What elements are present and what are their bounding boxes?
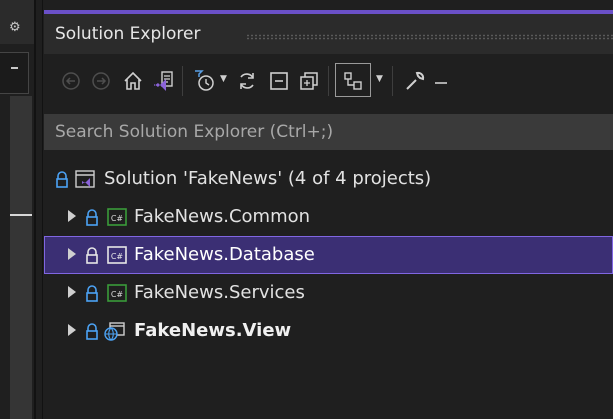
expand-arrow-icon[interactable] <box>68 286 76 298</box>
solution-icon <box>75 170 95 188</box>
lock-icon <box>86 323 98 340</box>
lock-icon <box>86 247 98 264</box>
tree-row-solution[interactable]: Solution 'FakeNews' (4 of 4 projects) <box>44 160 613 198</box>
search-placeholder: Search Solution Explorer (Ctrl+;) <box>55 122 334 142</box>
tree-row-project-selected[interactable]: C# FakeNews.Database <box>44 236 613 274</box>
splitter-edge <box>42 0 43 419</box>
splitter[interactable] <box>34 0 36 419</box>
chevron-down-icon[interactable]: ▼ <box>376 74 383 84</box>
preview-selected-icon[interactable] <box>340 68 366 94</box>
solution-explorer-toolbar: ▼ ▼ <box>44 54 613 110</box>
solution-explorer-panel: Solution Explorer ▼ ▼ Search Solution Ex… <box>44 0 613 419</box>
collapse-all-icon[interactable] <box>266 68 292 94</box>
tree-row-project[interactable]: C# FakeNews.Services <box>44 274 613 312</box>
lock-icon <box>56 171 68 188</box>
forward-icon[interactable] <box>88 68 114 94</box>
toolbar-separator <box>328 66 329 96</box>
tree-row-project[interactable]: C# FakeNews.Common <box>44 198 613 236</box>
panel-title-bar[interactable]: Solution Explorer <box>44 14 613 54</box>
lock-icon <box>86 285 98 302</box>
toolbar-separator <box>392 66 393 96</box>
drag-grip[interactable] <box>246 34 613 40</box>
chevron-down-icon[interactable]: ▼ <box>220 74 227 84</box>
left-dock-field[interactable] <box>0 52 29 94</box>
switch-views-icon[interactable] <box>150 68 176 94</box>
back-icon[interactable] <box>58 68 84 94</box>
show-all-files-icon[interactable] <box>296 68 322 94</box>
left-scrollbar[interactable] <box>10 96 32 419</box>
svg-text:C#: C# <box>111 290 124 299</box>
project-label: FakeNews.View <box>134 320 292 341</box>
left-dock-header: ⚙ <box>0 0 34 44</box>
project-label: FakeNews.Services <box>134 282 305 303</box>
expand-arrow-icon[interactable] <box>68 324 76 336</box>
scroll-thumb[interactable] <box>10 214 32 216</box>
lock-icon <box>86 209 98 226</box>
project-label: FakeNews.Common <box>134 206 311 227</box>
svg-text:C#: C# <box>111 214 124 223</box>
project-label: FakeNews.Database <box>134 244 315 265</box>
solution-label: Solution 'FakeNews' (4 of 4 projects) <box>104 168 432 189</box>
search-input[interactable]: Search Solution Explorer (Ctrl+;) <box>44 114 613 150</box>
web-project-icon <box>104 322 125 341</box>
pending-changes-filter-icon[interactable] <box>192 68 218 94</box>
csharp-project-icon: C# <box>107 284 127 302</box>
sync-icon[interactable] <box>234 68 260 94</box>
csharp-project-icon: C# <box>107 246 127 264</box>
collapse-icon <box>11 67 18 69</box>
expand-arrow-icon[interactable] <box>68 210 76 222</box>
more-tools-icon[interactable] <box>428 68 454 94</box>
expand-arrow-icon[interactable] <box>68 248 76 260</box>
properties-icon[interactable] <box>402 68 428 94</box>
panel-title: Solution Explorer <box>55 24 201 44</box>
csharp-project-icon: C# <box>107 208 127 226</box>
home-icon[interactable] <box>120 68 146 94</box>
svg-text:C#: C# <box>111 252 124 261</box>
tree-row-project[interactable]: FakeNews.View <box>44 312 613 350</box>
gear-icon[interactable]: ⚙ <box>9 21 21 34</box>
toolbar-separator <box>182 66 183 96</box>
